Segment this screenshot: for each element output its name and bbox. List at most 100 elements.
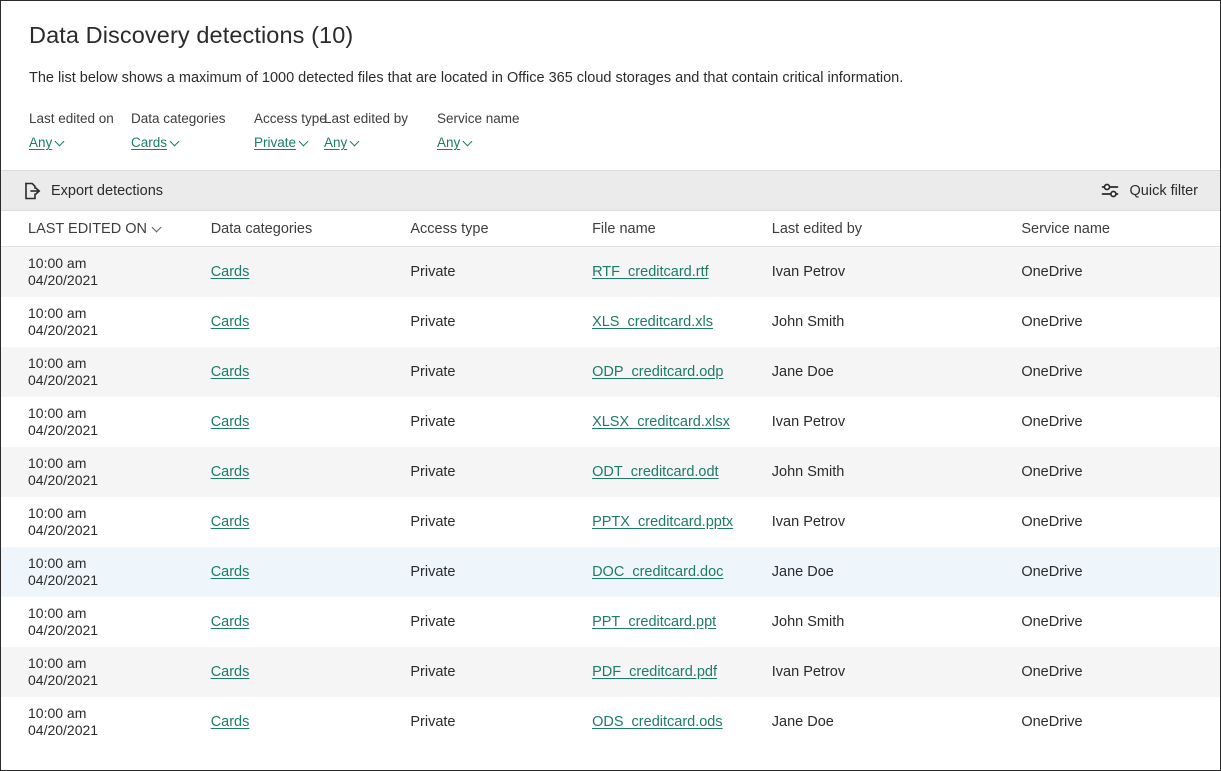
filter-dropdown-data-categories[interactable]: Cards: [131, 134, 180, 151]
data-category-link[interactable]: Cards: [211, 364, 250, 380]
data-category-link[interactable]: Cards: [211, 464, 250, 480]
data-category-link[interactable]: Cards: [211, 314, 250, 330]
cell-data-categories: Cards: [211, 413, 411, 431]
column-header-4[interactable]: Last edited by: [772, 221, 1022, 237]
row-date: 04/20/2021: [28, 722, 201, 739]
file-name-link[interactable]: DOC_creditcard.doc: [592, 564, 723, 580]
table-row[interactable]: 10:00 am04/20/2021Cards PrivateXLS_credit…: [1, 297, 1220, 347]
row-time: 10:00 am: [28, 305, 201, 322]
column-header-label: LAST EDITED ON: [28, 221, 147, 237]
column-header-1[interactable]: Data categories: [211, 221, 411, 237]
row-date: 04/20/2021: [28, 522, 201, 539]
row-time: 10:00 am: [28, 505, 201, 522]
column-header-2[interactable]: Access type: [410, 221, 592, 237]
cell-file-name: ODT_creditcard.odt: [592, 463, 772, 481]
cell-service-name: OneDrive: [1021, 464, 1220, 480]
page-header: Data Discovery detections (10) The list …: [1, 1, 1220, 170]
cell-service-name: OneDrive: [1021, 414, 1220, 430]
filter-label: Data categories: [131, 110, 254, 128]
column-header-label: Service name: [1021, 221, 1110, 237]
cell-service-name: OneDrive: [1021, 564, 1220, 580]
cell-file-name: DOC_creditcard.doc: [592, 563, 772, 581]
file-name-link[interactable]: PDF_creditcard.pdf: [592, 664, 717, 680]
row-date: 04/20/2021: [28, 472, 201, 489]
cell-last-edited-by: Ivan Petrov: [772, 414, 1022, 430]
filter-label: Last edited by: [324, 110, 437, 128]
cell-last-edited-on: 10:00 am04/20/2021: [1, 255, 211, 289]
cell-last-edited-by: Jane Doe: [772, 364, 1022, 380]
quick-filter-button[interactable]: Quick filter: [1101, 181, 1199, 200]
filter-service-name: Service nameAny: [437, 110, 557, 151]
table-row[interactable]: 10:00 am04/20/2021CardsPrivateODS_credit…: [1, 697, 1220, 747]
page-description: The list below shows a maximum of 1000 d…: [29, 68, 1192, 88]
cell-file-name: ODP_creditcard.odp: [592, 363, 772, 381]
column-header-3[interactable]: File name: [592, 221, 772, 237]
cell-access-type: Private: [410, 264, 592, 280]
data-category-link[interactable]: Cards: [211, 714, 250, 730]
data-category-link[interactable]: Cards: [211, 414, 250, 430]
cell-last-edited-on: 10:00 am04/20/2021: [1, 305, 211, 339]
filter-dropdown-service-name[interactable]: Any: [437, 134, 473, 151]
cell-service-name: OneDrive: [1021, 664, 1220, 680]
cell-last-edited-by: Ivan Petrov: [772, 264, 1022, 280]
file-name-link[interactable]: PPTX_creditcard.pptx: [592, 514, 733, 530]
table-row[interactable]: 10:00 am04/20/2021 Cards PrivatePPTX_credi…: [1, 497, 1220, 547]
filter-dropdown-last-edited-on[interactable]: Any: [29, 134, 65, 151]
table-row[interactable]: 10:00 am04/20/2021Cards PrivateRTF_credit…: [1, 247, 1220, 297]
row-time: 10:00 am: [28, 255, 201, 272]
data-category-link[interactable]: Cards: [211, 614, 250, 630]
table-row[interactable]: 10:00 am04/20/2021Cards PrivateODP_credit…: [1, 347, 1220, 397]
cell-last-edited-on: 10:00 am04/20/2021: [1, 705, 211, 739]
cell-last-edited-on: 10:00 am04/20/2021: [1, 405, 211, 439]
row-time: 10:00 am: [28, 655, 201, 672]
column-header-5[interactable]: Service name: [1021, 221, 1220, 237]
data-category-link[interactable]: Cards: [211, 664, 250, 680]
file-name-link[interactable]: XLSX_creditcard.xlsx: [592, 414, 730, 430]
file-name-link[interactable]: XLS_creditcard.xls: [592, 314, 713, 330]
table-row[interactable]: 10:00 am04/20/2021CardsPrivatePPT_credit…: [1, 597, 1220, 647]
cell-access-type: Private: [410, 364, 592, 380]
chevron-down-icon: [153, 224, 162, 233]
table-row[interactable]: 10:00 am04/20/2021CardsPrivateDOC_credit…: [1, 547, 1220, 597]
file-name-link[interactable]: ODS_creditcard.ods: [592, 714, 723, 730]
cell-access-type: Private: [410, 514, 592, 530]
chevron-down-icon: [56, 138, 65, 147]
filter-last-edited-by: Last edited by Any: [324, 110, 437, 151]
cell-last-edited-by: John Smith: [772, 614, 1022, 630]
cell-data-categories: Cards: [211, 263, 411, 281]
export-detections-button[interactable]: Export detections: [23, 182, 163, 200]
table-row[interactable]: 10:00 am04/20/2021CardsPrivateODT_credit…: [1, 447, 1220, 497]
filter-label: Last edited on: [29, 110, 131, 128]
column-header-label: Access type: [410, 221, 488, 237]
file-name-link[interactable]: ODT_creditcard.odt: [592, 464, 719, 480]
filter-dropdown-access-type[interactable]: Private: [254, 134, 309, 151]
filter-value-text: Private: [254, 134, 296, 151]
row-time: 10:00 am: [28, 705, 201, 722]
data-category-link[interactable]: Cards: [211, 264, 250, 280]
filter-value-text: Any: [437, 134, 460, 151]
cell-access-type: Private: [410, 314, 592, 330]
cell-last-edited-on: 10:00 am04/20/2021: [1, 355, 211, 389]
row-time: 10:00 am: [28, 405, 201, 422]
data-category-link[interactable]: Cards: [211, 514, 250, 530]
export-document-icon: [23, 182, 41, 200]
file-name-link[interactable]: RTF_creditcard.rtf: [592, 264, 709, 280]
cell-file-name: RTF_creditcard.rtf: [592, 263, 772, 281]
column-header-0[interactable]: LAST EDITED ON: [1, 221, 211, 237]
file-name-link[interactable]: ODP_creditcard.odp: [592, 364, 723, 380]
chevron-down-icon: [300, 138, 309, 147]
filter-dropdown-last-edited-by[interactable]: Any: [324, 134, 360, 151]
cell-last-edited-on: 10:00 am04/20/2021: [1, 655, 211, 689]
file-name-link[interactable]: PPT_creditcard.ppt: [592, 614, 716, 630]
cell-last-edited-by: Ivan Petrov: [772, 514, 1022, 530]
column-header-label: File name: [592, 221, 656, 237]
cell-last-edited-on: 10:00 am04/20/2021: [1, 555, 211, 589]
filter-data-categories: Data categories Cards: [131, 110, 254, 151]
table-row[interactable]: 10:00 am04/20/2021CardsPrivateXLSX_credi…: [1, 397, 1220, 447]
cell-service-name: OneDrive: [1021, 264, 1220, 280]
table-row[interactable]: 10:00 am04/20/2021CardsPrivatePDF_credit…: [1, 647, 1220, 697]
table-header-row: LAST EDITED ON Data categoriesAccess type…: [1, 211, 1220, 247]
cell-file-name: XLS_creditcard.xls: [592, 313, 772, 331]
data-category-link[interactable]: Cards: [211, 564, 250, 580]
cell-last-edited-by: Jane Doe: [772, 564, 1022, 580]
